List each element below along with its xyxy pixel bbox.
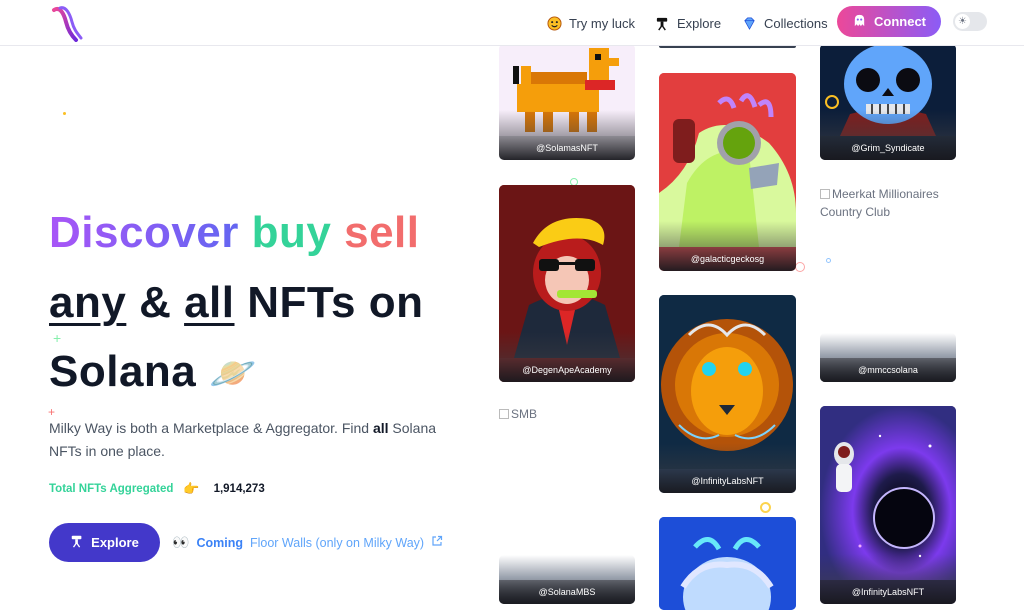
sparkle-plus: + xyxy=(48,405,56,419)
stats-label: Total NFTs Aggregated xyxy=(49,483,174,495)
explore-label: Explore xyxy=(91,535,139,550)
explore-button[interactable]: Explore xyxy=(49,523,160,562)
hero-word-buy: buy xyxy=(251,208,332,257)
connect-button[interactable]: Connect xyxy=(837,6,941,37)
nft-card[interactable]: @Grim_Syndicate xyxy=(820,44,956,160)
stats-value: 1,914,273 xyxy=(213,483,265,495)
card-label: @InfinityLabsNFT xyxy=(659,469,796,493)
anime-nft-image xyxy=(659,517,796,610)
nft-stats: Total NFTs Aggregated 👉 1,914,273 xyxy=(49,481,265,497)
nft-card[interactable]: @InfinityLabsNFT xyxy=(820,406,956,604)
sparkle-dot xyxy=(63,112,66,115)
hero-description: Milky Way is both a Marketplace & Aggreg… xyxy=(49,417,439,463)
card-label: @mmccsolana xyxy=(820,358,956,382)
sparkle-ring xyxy=(826,258,831,263)
connect-label: Connect xyxy=(874,14,926,29)
hero-word-sell: sell xyxy=(344,208,420,257)
nft-card[interactable]: @InfinityLabsNFT xyxy=(659,295,796,493)
diamond-icon xyxy=(741,15,757,31)
desc-text-bold: all xyxy=(372,420,389,436)
card-label: @galacticgeckosg xyxy=(659,247,796,271)
telescope-icon xyxy=(654,15,670,31)
nft-card[interactable]: @SolamasNFT xyxy=(499,44,635,160)
card-fade xyxy=(820,110,956,136)
nft-card[interactable]: @SolanaMBS xyxy=(499,555,635,604)
pointing-hand-icon: 👉 xyxy=(183,481,200,496)
card-fade xyxy=(820,554,956,580)
hero-heading-line1: Discover buy sell xyxy=(49,208,419,258)
eyes-icon: 👀 xyxy=(172,534,190,550)
coming-label: Coming xyxy=(196,535,243,550)
smb-alt-text: SMB xyxy=(511,407,538,421)
nft-card[interactable]: @DegenApeAcademy xyxy=(499,185,635,382)
nav-try-my-luck-label: Try my luck xyxy=(569,15,635,31)
nft-card-partial[interactable] xyxy=(659,517,796,610)
dice-face-icon xyxy=(546,15,562,31)
nft-card[interactable]: @mmccsolana xyxy=(820,333,956,382)
coming-text: Floor Walls (only on Milky Way) xyxy=(249,535,425,550)
sun-icon: ☀ xyxy=(955,14,970,29)
card-fade xyxy=(659,443,796,469)
sparkle-plus: + xyxy=(53,330,62,346)
sparkle-ring xyxy=(795,262,805,272)
nav-explore-label: Explore xyxy=(677,15,722,31)
nav-collections[interactable]: Collections xyxy=(741,12,828,34)
hero-heading-line2: any & all NFTs on xyxy=(49,278,423,328)
card-label: @SolanaMBS xyxy=(499,580,635,604)
top-header: Try my luck Explore Collections Connect … xyxy=(0,0,1024,46)
hero-word-amp: & xyxy=(139,278,172,327)
theme-toggle[interactable]: ☀ xyxy=(953,12,987,31)
broken-image-icon xyxy=(499,409,509,419)
meerkat-broken-image[interactable]: Meerkat Millionaires Country Club xyxy=(820,185,956,221)
hero-heading-line3: Solana 🪐 xyxy=(49,347,257,399)
sparkle-ring xyxy=(760,502,771,513)
card-fade xyxy=(659,221,796,247)
coming-soon-link[interactable]: 👀 Coming Floor Walls (only on Milky Way) xyxy=(172,534,443,551)
card-label: @SolamasNFT xyxy=(499,136,635,160)
hero-word-discover: Discover xyxy=(49,208,239,257)
nav-collections-label: Collections xyxy=(764,15,828,31)
card-fade xyxy=(499,110,635,136)
telescope-icon xyxy=(70,534,84,551)
card-label: @InfinityLabsNFT xyxy=(820,580,956,604)
nft-card[interactable]: @galacticgeckosg xyxy=(659,73,796,271)
card-label: @DegenApeAcademy xyxy=(499,358,635,382)
hero-word-nfts-on: NFTs on xyxy=(247,278,424,327)
smb-broken-image[interactable]: SMB xyxy=(499,405,537,423)
broken-image-icon xyxy=(820,189,830,199)
hero-word-solana: Solana xyxy=(49,347,197,396)
meerkat-alt-text: Meerkat Millionaires Country Club xyxy=(820,187,939,219)
milky-way-logo[interactable] xyxy=(50,4,84,42)
nav-explore[interactable]: Explore xyxy=(654,12,721,34)
card-fade xyxy=(499,332,635,358)
hero-word-all: all xyxy=(184,278,235,327)
desc-text-1: Milky Way is both a Marketplace & Aggreg… xyxy=(49,420,373,436)
planet-icon: 🪐 xyxy=(209,353,257,395)
hero-word-any: any xyxy=(49,278,127,327)
external-link-icon xyxy=(431,535,443,550)
card-label: @Grim_Syndicate xyxy=(820,136,956,160)
nav-try-my-luck[interactable]: Try my luck xyxy=(546,12,635,34)
ghost-icon xyxy=(852,13,867,31)
